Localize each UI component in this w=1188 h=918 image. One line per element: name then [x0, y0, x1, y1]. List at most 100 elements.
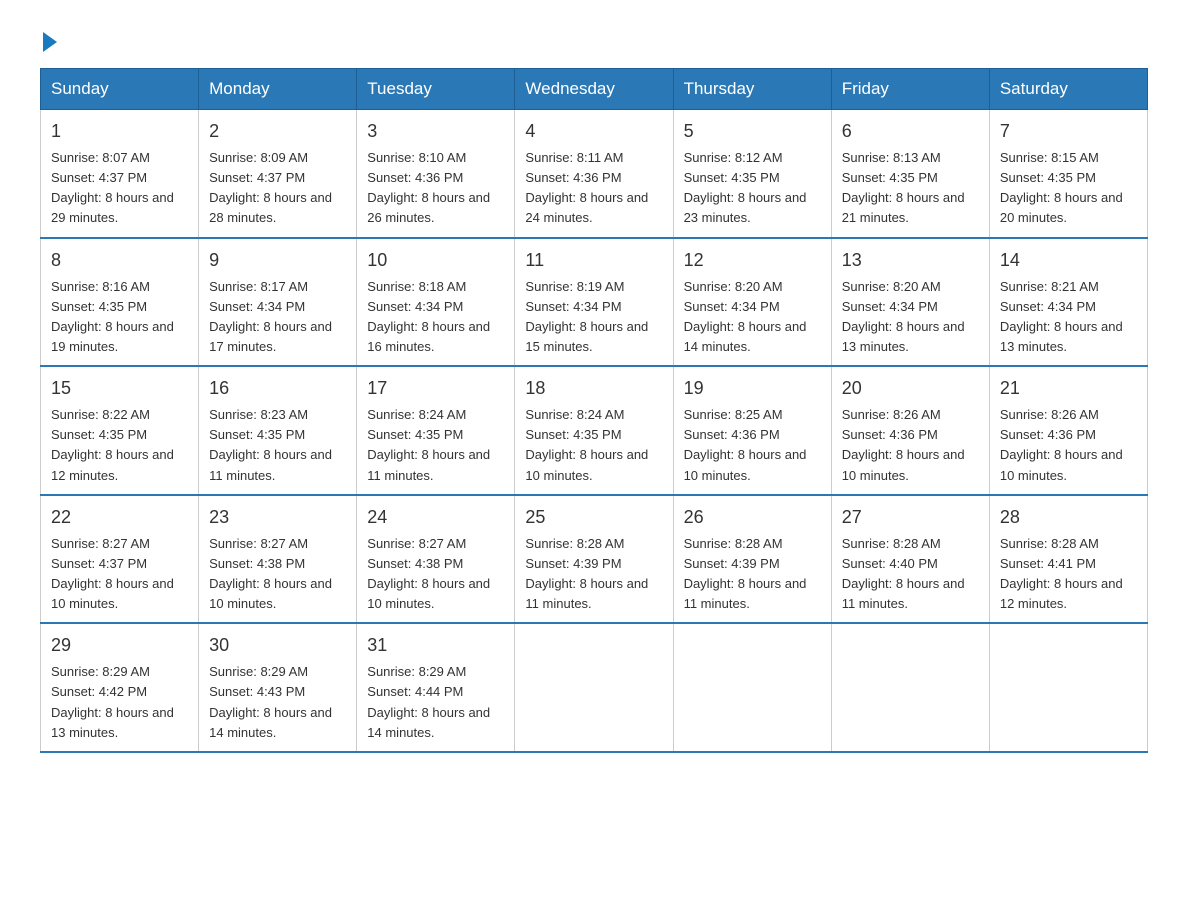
day-info: Sunrise: 8:15 AMSunset: 4:35 PMDaylight:… [1000, 148, 1137, 229]
table-row: 10 Sunrise: 8:18 AMSunset: 4:34 PMDayligh… [357, 238, 515, 367]
day-number: 17 [367, 375, 504, 402]
table-row: 8Sunrise: 8:16 AMSunset: 4:35 PMDaylight… [41, 238, 199, 367]
day-info: Sunrise: 8:17 AMSunset: 4:34 PMDaylight:… [209, 277, 346, 358]
day-info: Sunrise: 8:26 AMSunset: 4:36 PMDaylight:… [1000, 405, 1137, 486]
day-info: Sunrise: 8:07 AMSunset: 4:37 PMDaylight:… [51, 148, 188, 229]
day-number: 21 [1000, 375, 1137, 402]
day-number: 15 [51, 375, 188, 402]
day-info: Sunrise: 8:27 AMSunset: 4:37 PMDaylight:… [51, 534, 188, 615]
table-row: 5 Sunrise: 8:12 AMSunset: 4:35 PMDaylight… [673, 110, 831, 238]
day-info: Sunrise: 8:18 AMSunset: 4:34 PMDaylight:… [367, 277, 504, 358]
header-row: Sunday Monday Tuesday Wednesday Thursday… [41, 69, 1148, 110]
day-info: Sunrise: 8:16 AMSunset: 4:35 PMDaylight:… [51, 277, 188, 358]
day-info: Sunrise: 8:11 AMSunset: 4:36 PMDaylight:… [525, 148, 662, 229]
day-number: 27 [842, 504, 979, 531]
day-number: 20 [842, 375, 979, 402]
table-row: 19Sunrise: 8:25 AMSunset: 4:36 PMDayligh… [673, 366, 831, 495]
day-info: Sunrise: 8:27 AMSunset: 4:38 PMDaylight:… [209, 534, 346, 615]
table-row [831, 623, 989, 752]
day-number: 1 [51, 118, 188, 145]
table-row: 25 Sunrise: 8:28 AMSunset: 4:39 PMDayligh… [515, 495, 673, 624]
table-row: 29 Sunrise: 8:29 AMSunset: 4:42 PMDayligh… [41, 623, 199, 752]
day-info: Sunrise: 8:19 AMSunset: 4:34 PMDaylight:… [525, 277, 662, 358]
day-number: 6 [842, 118, 979, 145]
logo-arrow-icon [43, 32, 57, 52]
calendar-table: Sunday Monday Tuesday Wednesday Thursday… [40, 68, 1148, 753]
day-number: 31 [367, 632, 504, 659]
day-info: Sunrise: 8:10 AMSunset: 4:36 PMDaylight:… [367, 148, 504, 229]
logo [40, 30, 57, 48]
day-info: Sunrise: 8:21 AMSunset: 4:34 PMDaylight:… [1000, 277, 1137, 358]
table-row: 20 Sunrise: 8:26 AMSunset: 4:36 PMDayligh… [831, 366, 989, 495]
table-row: 27 Sunrise: 8:28 AMSunset: 4:40 PMDayligh… [831, 495, 989, 624]
table-row: 13Sunrise: 8:20 AMSunset: 4:34 PMDayligh… [831, 238, 989, 367]
calendar-week-row: 15 Sunrise: 8:22 AMSunset: 4:35 PMDayligh… [41, 366, 1148, 495]
day-number: 16 [209, 375, 346, 402]
calendar-week-row: 22Sunrise: 8:27 AMSunset: 4:37 PMDayligh… [41, 495, 1148, 624]
table-row: 12Sunrise: 8:20 AMSunset: 4:34 PMDayligh… [673, 238, 831, 367]
table-row: 11 Sunrise: 8:19 AMSunset: 4:34 PMDayligh… [515, 238, 673, 367]
day-info: Sunrise: 8:29 AMSunset: 4:44 PMDaylight:… [367, 662, 504, 743]
day-number: 23 [209, 504, 346, 531]
day-number: 2 [209, 118, 346, 145]
header-saturday: Saturday [989, 69, 1147, 110]
day-number: 3 [367, 118, 504, 145]
day-number: 18 [525, 375, 662, 402]
table-row: 24 Sunrise: 8:27 AMSunset: 4:38 PMDayligh… [357, 495, 515, 624]
table-row: 16 Sunrise: 8:23 AMSunset: 4:35 PMDayligh… [199, 366, 357, 495]
day-number: 10 [367, 247, 504, 274]
table-row: 22Sunrise: 8:27 AMSunset: 4:37 PMDayligh… [41, 495, 199, 624]
day-info: Sunrise: 8:13 AMSunset: 4:35 PMDaylight:… [842, 148, 979, 229]
calendar-week-row: 1 Sunrise: 8:07 AMSunset: 4:37 PMDaylight… [41, 110, 1148, 238]
table-row: 4 Sunrise: 8:11 AMSunset: 4:36 PMDaylight… [515, 110, 673, 238]
table-row: 7 Sunrise: 8:15 AMSunset: 4:35 PMDaylight… [989, 110, 1147, 238]
day-number: 25 [525, 504, 662, 531]
day-info: Sunrise: 8:12 AMSunset: 4:35 PMDaylight:… [684, 148, 821, 229]
table-row: 18Sunrise: 8:24 AMSunset: 4:35 PMDayligh… [515, 366, 673, 495]
day-info: Sunrise: 8:28 AMSunset: 4:41 PMDaylight:… [1000, 534, 1137, 615]
day-number: 28 [1000, 504, 1137, 531]
day-number: 5 [684, 118, 821, 145]
day-info: Sunrise: 8:20 AMSunset: 4:34 PMDaylight:… [684, 277, 821, 358]
day-info: Sunrise: 8:28 AMSunset: 4:40 PMDaylight:… [842, 534, 979, 615]
header-friday: Friday [831, 69, 989, 110]
day-info: Sunrise: 8:26 AMSunset: 4:36 PMDaylight:… [842, 405, 979, 486]
table-row: 2Sunrise: 8:09 AMSunset: 4:37 PMDaylight… [199, 110, 357, 238]
table-row: 9 Sunrise: 8:17 AMSunset: 4:34 PMDaylight… [199, 238, 357, 367]
page-header [40, 30, 1148, 48]
day-number: 30 [209, 632, 346, 659]
table-row: 26 Sunrise: 8:28 AMSunset: 4:39 PMDayligh… [673, 495, 831, 624]
table-row: 31 Sunrise: 8:29 AMSunset: 4:44 PMDayligh… [357, 623, 515, 752]
day-number: 26 [684, 504, 821, 531]
header-thursday: Thursday [673, 69, 831, 110]
table-row: 3 Sunrise: 8:10 AMSunset: 4:36 PMDaylight… [357, 110, 515, 238]
day-number: 29 [51, 632, 188, 659]
table-row: 15 Sunrise: 8:22 AMSunset: 4:35 PMDayligh… [41, 366, 199, 495]
day-info: Sunrise: 8:27 AMSunset: 4:38 PMDaylight:… [367, 534, 504, 615]
day-info: Sunrise: 8:28 AMSunset: 4:39 PMDaylight:… [525, 534, 662, 615]
table-row: 23 Sunrise: 8:27 AMSunset: 4:38 PMDayligh… [199, 495, 357, 624]
table-row: 1 Sunrise: 8:07 AMSunset: 4:37 PMDaylight… [41, 110, 199, 238]
header-tuesday: Tuesday [357, 69, 515, 110]
day-info: Sunrise: 8:23 AMSunset: 4:35 PMDaylight:… [209, 405, 346, 486]
header-wednesday: Wednesday [515, 69, 673, 110]
day-info: Sunrise: 8:28 AMSunset: 4:39 PMDaylight:… [684, 534, 821, 615]
day-info: Sunrise: 8:22 AMSunset: 4:35 PMDaylight:… [51, 405, 188, 486]
table-row [515, 623, 673, 752]
day-number: 14 [1000, 247, 1137, 274]
day-number: 4 [525, 118, 662, 145]
day-info: Sunrise: 8:25 AMSunset: 4:36 PMDaylight:… [684, 405, 821, 486]
calendar-week-row: 29 Sunrise: 8:29 AMSunset: 4:42 PMDayligh… [41, 623, 1148, 752]
day-number: 24 [367, 504, 504, 531]
table-row: 6 Sunrise: 8:13 AMSunset: 4:35 PMDaylight… [831, 110, 989, 238]
day-number: 7 [1000, 118, 1137, 145]
header-sunday: Sunday [41, 69, 199, 110]
table-row: 28 Sunrise: 8:28 AMSunset: 4:41 PMDayligh… [989, 495, 1147, 624]
day-number: 9 [209, 247, 346, 274]
calendar-week-row: 8Sunrise: 8:16 AMSunset: 4:35 PMDaylight… [41, 238, 1148, 367]
day-info: Sunrise: 8:29 AMSunset: 4:42 PMDaylight:… [51, 662, 188, 743]
table-row: 14 Sunrise: 8:21 AMSunset: 4:34 PMDayligh… [989, 238, 1147, 367]
day-number: 11 [525, 247, 662, 274]
day-info: Sunrise: 8:29 AMSunset: 4:43 PMDaylight:… [209, 662, 346, 743]
table-row: 21 Sunrise: 8:26 AMSunset: 4:36 PMDayligh… [989, 366, 1147, 495]
